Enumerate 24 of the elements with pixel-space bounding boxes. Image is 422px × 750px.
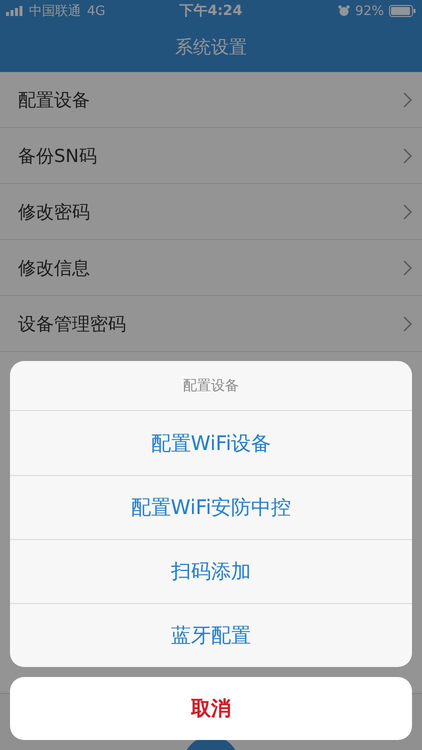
settings-row[interactable]: 备份SN码 (0, 128, 422, 184)
network-type: 4G (87, 4, 106, 18)
chevron-icon (403, 260, 412, 276)
battery-icon (389, 5, 416, 17)
chevron-icon (403, 148, 412, 164)
sheet-option[interactable]: 蓝牙配置 (10, 603, 412, 667)
chevron-icon (403, 92, 412, 108)
signal-icon (6, 6, 23, 16)
screen-title: 系统设置 (175, 36, 247, 59)
chevron-icon (403, 316, 412, 332)
alarm-clock-icon (338, 5, 350, 17)
cancel-button[interactable]: 取消 (10, 677, 412, 740)
settings-row[interactable]: 设备管理密码 (0, 296, 422, 352)
settings-row[interactable]: 配置设备 (0, 72, 422, 128)
settings-row[interactable]: 修改信息 (0, 240, 422, 296)
settings-row[interactable]: 修改密码 (0, 184, 422, 240)
sheet-option[interactable]: 配置WiFi设备 (10, 411, 412, 475)
battery-percent: 92% (355, 4, 384, 18)
chevron-icon (403, 204, 412, 220)
sheet-option[interactable]: 扫码添加 (10, 539, 412, 603)
sheet-option[interactable]: 配置WiFi安防中控 (10, 475, 412, 539)
status-time: 下午4:24 (180, 2, 242, 20)
carrier-name: 中国联通 (29, 3, 81, 20)
sheet-title: 配置设备 (10, 361, 412, 411)
